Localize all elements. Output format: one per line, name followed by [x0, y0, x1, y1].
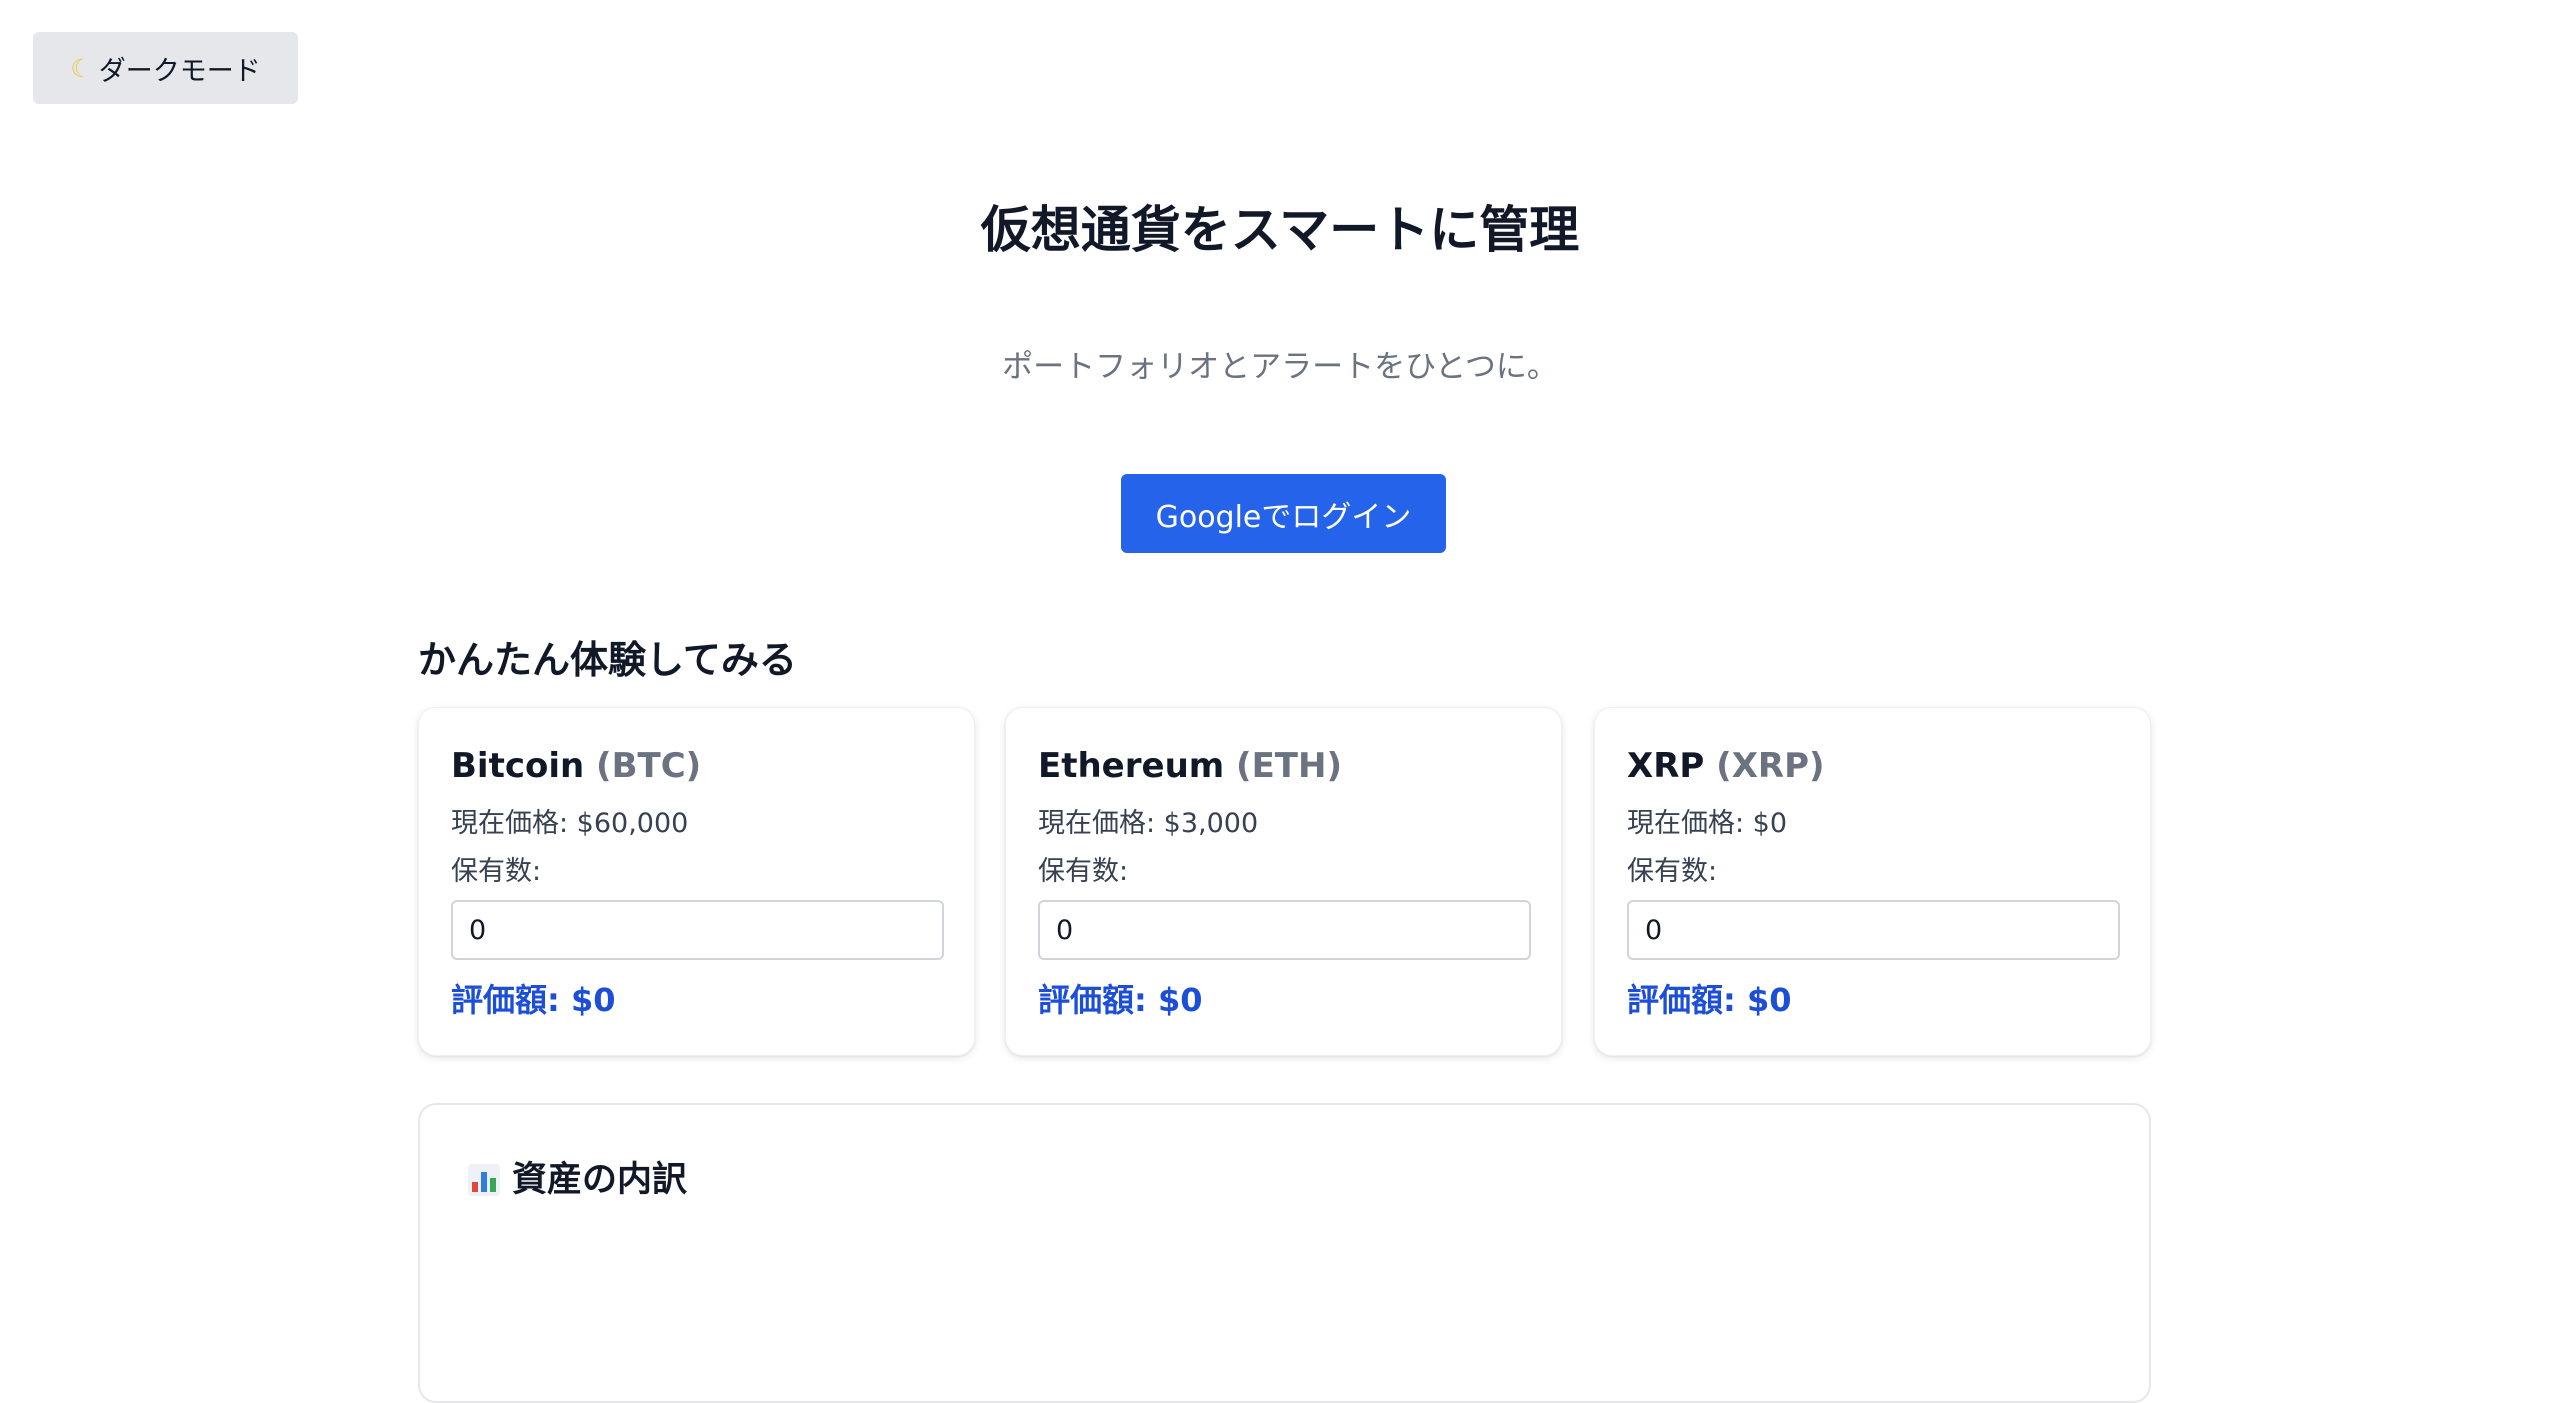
dark-mode-toggle-button[interactable]: ☾ ダークモード: [33, 32, 298, 104]
coin-symbol: (BTC): [596, 746, 702, 786]
moon-icon: ☾: [70, 53, 93, 83]
coin-symbol: (XRP): [1716, 746, 1825, 786]
coin-card-xrp: XRP (XRP) 現在価格: $0 保有数: 評価額: $0: [1594, 707, 2151, 1056]
coin-symbol: (ETH): [1236, 746, 1342, 786]
coin-card-bitcoin: Bitcoin (BTC) 現在価格: $60,000 保有数: 評価額: $0: [418, 707, 975, 1056]
valuation-text: 評価額: $0: [1627, 981, 1792, 1019]
google-login-button[interactable]: Googleでログイン: [1121, 474, 1446, 553]
holdings-input[interactable]: [1038, 900, 1531, 960]
hero-title: 仮想通貨をスマートに管理: [980, 201, 1580, 259]
holdings-input[interactable]: [451, 900, 944, 960]
coin-name: Bitcoin: [451, 746, 585, 786]
dark-mode-label: ダークモード: [98, 55, 261, 87]
valuation-text: 評価額: $0: [1038, 981, 1203, 1019]
asset-breakdown-panel: 資産の内訳: [418, 1103, 2151, 1403]
coin-name: Ethereum: [1038, 746, 1225, 786]
coin-price: 現在価格: $0: [1627, 808, 1788, 839]
holdings-label: 保有数:: [1038, 856, 1129, 887]
coin-title: XRP (XRP): [1627, 742, 1825, 790]
hero-subtitle: ポートフォリオとアラートをひとつに。: [1002, 349, 1558, 385]
coin-price: 現在価格: $3,000: [1038, 808, 1259, 839]
coin-title: Bitcoin (BTC): [451, 742, 701, 790]
coin-price: 現在価格: $60,000: [451, 808, 689, 839]
coin-name: XRP: [1627, 746, 1705, 786]
valuation-text: 評価額: $0: [451, 981, 616, 1019]
breakdown-title-text: 資産の内訳: [512, 1160, 688, 1200]
coin-title: Ethereum (ETH): [1038, 742, 1342, 790]
holdings-label: 保有数:: [451, 856, 542, 887]
breakdown-title: 資産の内訳: [468, 1155, 687, 1205]
demo-section-title: かんたん体験してみる: [418, 638, 797, 682]
bar-chart-icon: [468, 1164, 500, 1196]
holdings-label: 保有数:: [1627, 856, 1718, 887]
coin-card-ethereum: Ethereum (ETH) 現在価格: $3,000 保有数: 評価額: $0: [1005, 707, 1562, 1056]
holdings-input[interactable]: [1627, 900, 2120, 960]
